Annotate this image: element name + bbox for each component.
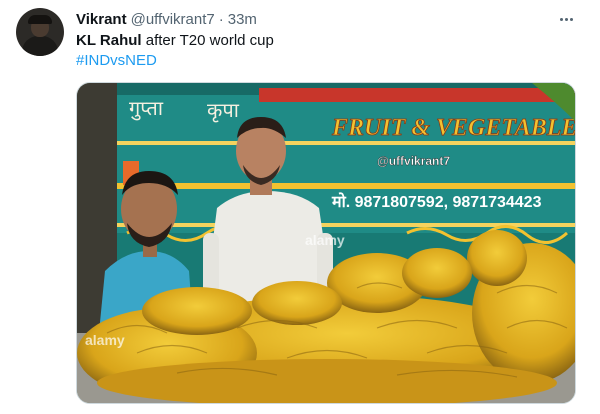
- truck-sign-text: FRUIT & VEGETABLE SUPP: [331, 115, 576, 141]
- tweet-card[interactable]: Vikrant @uffvikrant7 · 33m KL Rahul afte…: [0, 0, 600, 414]
- author-handle[interactable]: @uffvikrant7: [131, 11, 215, 28]
- watermark-text: @uffvikrant7: [377, 154, 450, 168]
- hashtag-link[interactable]: #INDvsNED: [76, 51, 157, 71]
- separator-dot: ·: [218, 10, 224, 28]
- hindi-text-right: कृपा: [207, 98, 240, 123]
- tweet-text-bold: KL Rahul: [76, 32, 142, 49]
- tweet-timestamp[interactable]: 33m: [228, 11, 257, 28]
- author-name[interactable]: Vikrant: [76, 11, 127, 28]
- tweet-media-image[interactable]: FRUIT & VEGETABLE SUPP गुप्ता कृपा @uffv…: [76, 82, 576, 404]
- stock-watermark-center: alamy: [305, 232, 345, 248]
- more-options-icon[interactable]: [556, 9, 576, 29]
- tweet-text-rest: after T20 world cup: [141, 32, 274, 49]
- avatar[interactable]: [16, 8, 64, 56]
- hindi-text-left: गुप्ता: [129, 96, 164, 121]
- tweet-text: KL Rahul after T20 world cup: [76, 31, 274, 51]
- phone-number-text: मो. 9871807592, 9871734423: [331, 192, 542, 211]
- stock-watermark-left: alamy: [85, 332, 125, 348]
- tweet-header: Vikrant @uffvikrant7 · 33m: [76, 9, 257, 29]
